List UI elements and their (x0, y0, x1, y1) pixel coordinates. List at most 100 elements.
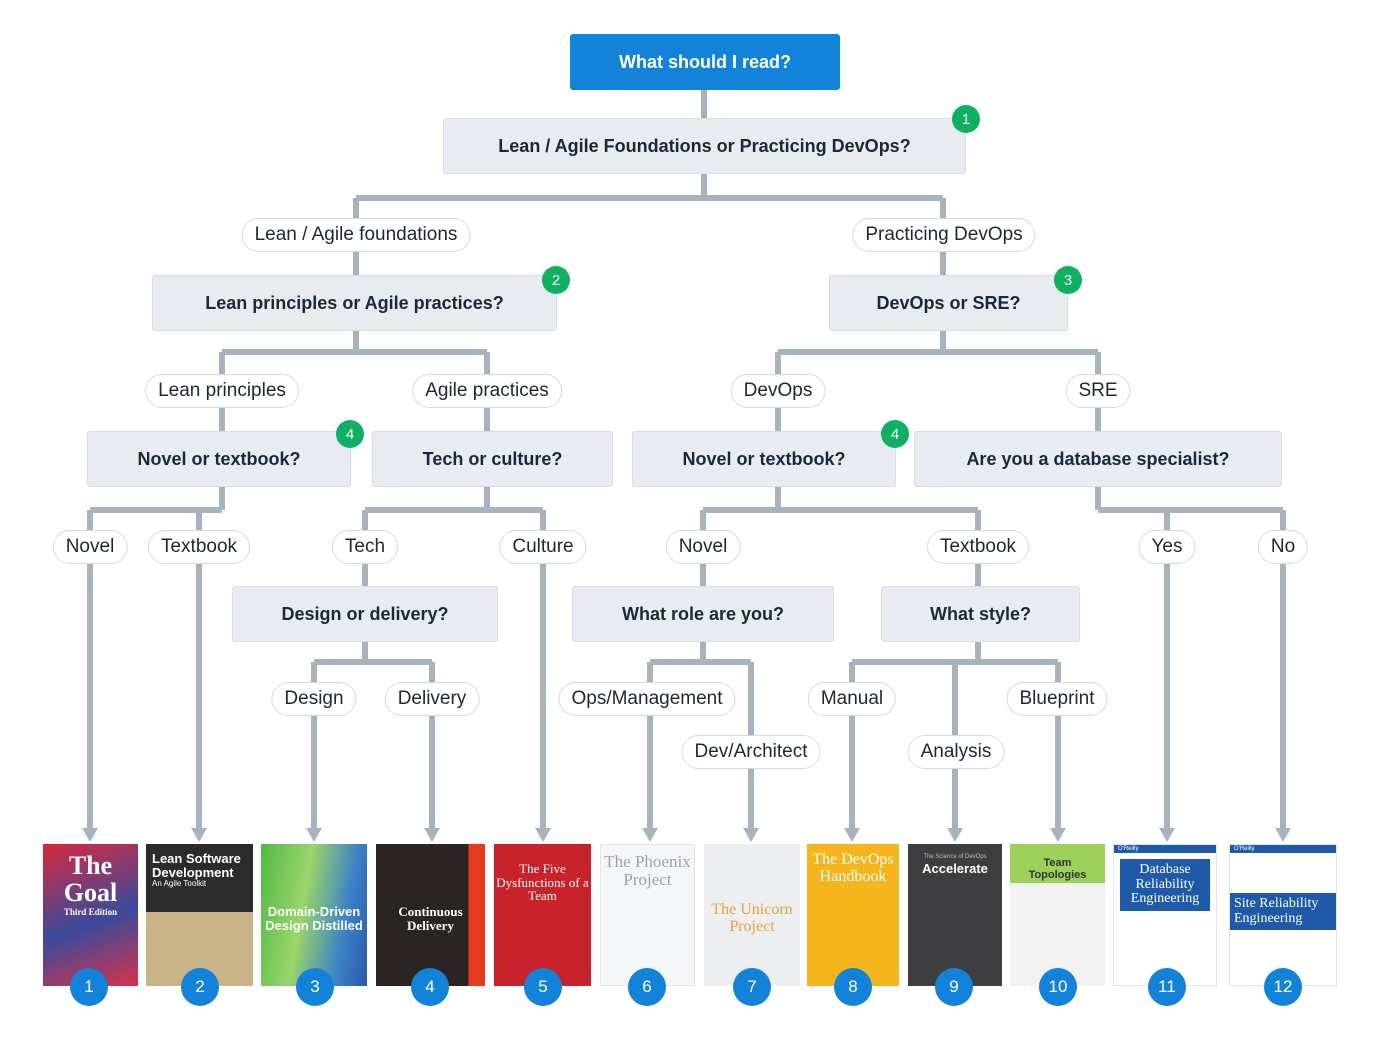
book-title: Domain-Driven Design Distilled (265, 904, 363, 933)
question-novel-or-textbook-devops: Novel or textbook? (632, 431, 896, 487)
answer-design[interactable]: Design (271, 682, 357, 716)
answer-novel[interactable]: Novel (665, 530, 741, 564)
book-cover-team-topologies[interactable]: Team Topologies (1010, 844, 1105, 986)
answer-textbook[interactable]: Textbook (926, 530, 1030, 564)
answer-yes[interactable]: Yes (1138, 530, 1196, 564)
question-label: Are you a database specialist? (966, 448, 1230, 469)
book-cover-phoenix-project[interactable]: The Phoenix Project (600, 844, 695, 986)
question-label: Novel or textbook? (137, 448, 301, 469)
answer-textbook[interactable]: Textbook (147, 530, 251, 564)
question-label: Novel or textbook? (682, 448, 846, 469)
question-devops-or-sre: DevOps or SRE? (829, 275, 1068, 331)
question-database-specialist: Are you a database specialist? (914, 431, 1282, 487)
step-badge: 4 (336, 420, 364, 448)
question-label: What style? (929, 603, 1031, 624)
book-subtitle: The Science of DevOps (923, 854, 987, 860)
answer-agile-practices[interactable]: Agile practices (412, 374, 562, 408)
question-label: Design or delivery? (281, 603, 449, 624)
connector (775, 330, 1101, 431)
answer-devops[interactable]: DevOps (730, 374, 826, 408)
question-design-or-delivery: Design or delivery? (232, 586, 498, 642)
book-cover-ddd-distilled[interactable]: Domain-Driven Design Distilled (261, 844, 367, 986)
book-publisher: O'Reilly (1230, 845, 1336, 853)
arrowhead (1275, 828, 1291, 842)
question-what-style: What style? (881, 586, 1080, 642)
book-number-badge: 10 (1039, 968, 1077, 1006)
answer-culture[interactable]: Culture (499, 530, 587, 564)
arrowheads (82, 828, 1291, 842)
book-number-badge: 3 (296, 968, 334, 1006)
question-tech-or-culture: Tech or culture? (372, 431, 613, 487)
arrowhead (642, 828, 658, 842)
book-number-badge: 5 (524, 968, 562, 1006)
question-lean-or-agile: Lean principles or Agile practices? (152, 275, 557, 331)
answer-ops-management[interactable]: Ops/Management (558, 682, 736, 716)
book-title: Site Reliability Engineering (1230, 893, 1336, 931)
book-title: The Five Dysfunctions of a Team (496, 861, 589, 904)
book-title: Continuous Delivery (398, 904, 463, 933)
book-title: The DevOps Handbook (812, 851, 894, 885)
answer-novel[interactable]: Novel (52, 530, 128, 564)
book-number-badge: 4 (411, 968, 449, 1006)
question-label: Tech or culture? (422, 448, 563, 469)
book-cover-site-reliability-engineering[interactable]: O'Reilly Site Reliability Engineering (1229, 844, 1337, 986)
answer-lean-agile-foundations[interactable]: Lean / Agile foundations (241, 218, 471, 252)
book-cover-the-goal[interactable]: The Goal Third Edition (43, 844, 138, 986)
book-title: Lean Software Development (152, 851, 241, 880)
step-badge: 3 (1054, 266, 1082, 294)
book-title: The Unicorn Project (711, 901, 793, 935)
book-cover-devops-handbook[interactable]: The DevOps Handbook (807, 844, 899, 986)
book-number-badge: 12 (1264, 968, 1302, 1006)
answer-manual[interactable]: Manual (807, 682, 897, 716)
arrowhead (82, 828, 98, 842)
answer-sre[interactable]: SRE (1065, 374, 1131, 408)
book-title: The Goal (63, 851, 118, 908)
arrowhead (306, 828, 322, 842)
question-label: DevOps or SRE? (876, 292, 1021, 313)
question-what-role: What role are you? (572, 586, 834, 642)
book-number-badge: 7 (733, 968, 771, 1006)
arrowhead (1050, 828, 1066, 842)
book-title: Team Topologies (1010, 844, 1105, 884)
book-cover-continuous-delivery[interactable]: Continuous Delivery (376, 844, 485, 986)
answer-no[interactable]: No (1257, 530, 1309, 564)
arrowhead (947, 828, 963, 842)
arrowhead (424, 828, 440, 842)
root-question: What should I read? (570, 34, 840, 90)
connector (311, 641, 435, 830)
book-title: Accelerate (922, 861, 988, 876)
book-number-badge: 2 (181, 968, 219, 1006)
book-number-badge: 8 (834, 968, 872, 1006)
book-cover-lean-software-development[interactable]: Lean Software Development An Agile Toolk… (146, 844, 253, 986)
book-number-badge: 11 (1148, 968, 1186, 1006)
question-novel-or-textbook-lean: Novel or textbook? (87, 431, 351, 487)
question-label: Lean principles or Agile practices? (205, 292, 504, 313)
book-title: The Phoenix Project (604, 852, 691, 889)
book-title: Database Reliability Engineering (1120, 859, 1210, 912)
question-label: What role are you? (621, 603, 785, 624)
answer-lean-principles[interactable]: Lean principles (145, 374, 299, 408)
book-cover-accelerate[interactable]: The Science of DevOps Accelerate (908, 844, 1002, 986)
answer-practicing-devops[interactable]: Practicing DevOps (852, 218, 1036, 252)
arrowhead (1159, 828, 1175, 842)
question-label: Lean / Agile Foundations or Practicing D… (498, 135, 911, 156)
answer-delivery[interactable]: Delivery (384, 682, 480, 716)
answer-analysis[interactable]: Analysis (907, 735, 1005, 769)
step-badge: 1 (952, 105, 980, 133)
book-publisher: O'Reilly (1114, 845, 1216, 853)
book-number-badge: 1 (70, 968, 108, 1006)
answer-blueprint[interactable]: Blueprint (1006, 682, 1108, 716)
question-foundations-or-devops: Lean / Agile Foundations or Practicing D… (443, 118, 966, 174)
arrowhead (191, 828, 207, 842)
answer-dev-architect[interactable]: Dev/Architect (681, 735, 821, 769)
book-cover-five-dysfunctions[interactable]: The Five Dysfunctions of a Team (494, 844, 591, 986)
book-subtitle: Third Edition (63, 906, 118, 917)
book-cover-database-reliability-engineering[interactable]: O'Reilly Database Reliability Engineerin… (1113, 844, 1217, 986)
book-subtitle: An Agile Toolkit (152, 879, 207, 889)
book-cover-unicorn-project[interactable]: The Unicorn Project (704, 844, 800, 986)
step-badge: 2 (542, 266, 570, 294)
step-badge: 4 (881, 420, 909, 448)
arrowhead (535, 828, 551, 842)
arrowhead (844, 828, 860, 842)
answer-tech[interactable]: Tech (331, 530, 399, 564)
